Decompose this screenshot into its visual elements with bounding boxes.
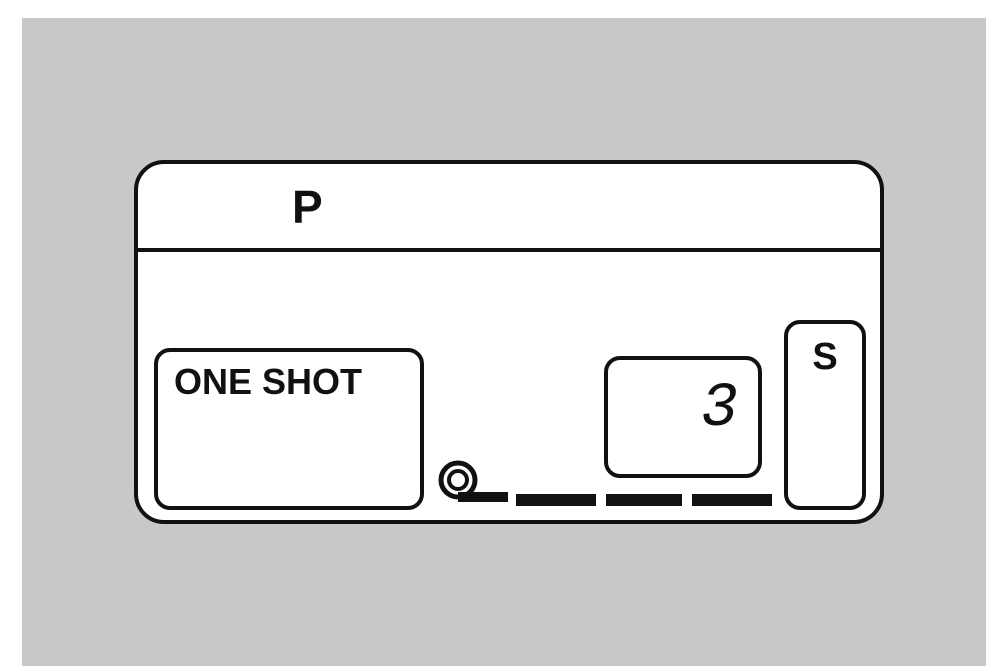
film-advance-segment-3	[692, 494, 772, 506]
lcd-divider-line	[138, 248, 880, 252]
frame-counter-value: 3	[700, 373, 738, 444]
film-cartridge-icon	[438, 460, 508, 502]
drive-mode-box: ONE SHOT	[154, 348, 424, 510]
film-advance-segment-1	[516, 494, 596, 506]
drive-mode-label: ONE SHOT	[174, 361, 363, 402]
film-advance-segment-2	[606, 494, 682, 506]
side-indicator-box: S	[784, 320, 866, 510]
exposure-mode-indicator: P	[292, 181, 323, 233]
side-indicator-label: S	[812, 336, 838, 378]
frame-counter-box: 3	[604, 356, 762, 478]
lcd-display: P ONE SHOT 3 S	[134, 160, 884, 524]
screenshot-scene: P ONE SHOT 3 S	[0, 0, 986, 666]
